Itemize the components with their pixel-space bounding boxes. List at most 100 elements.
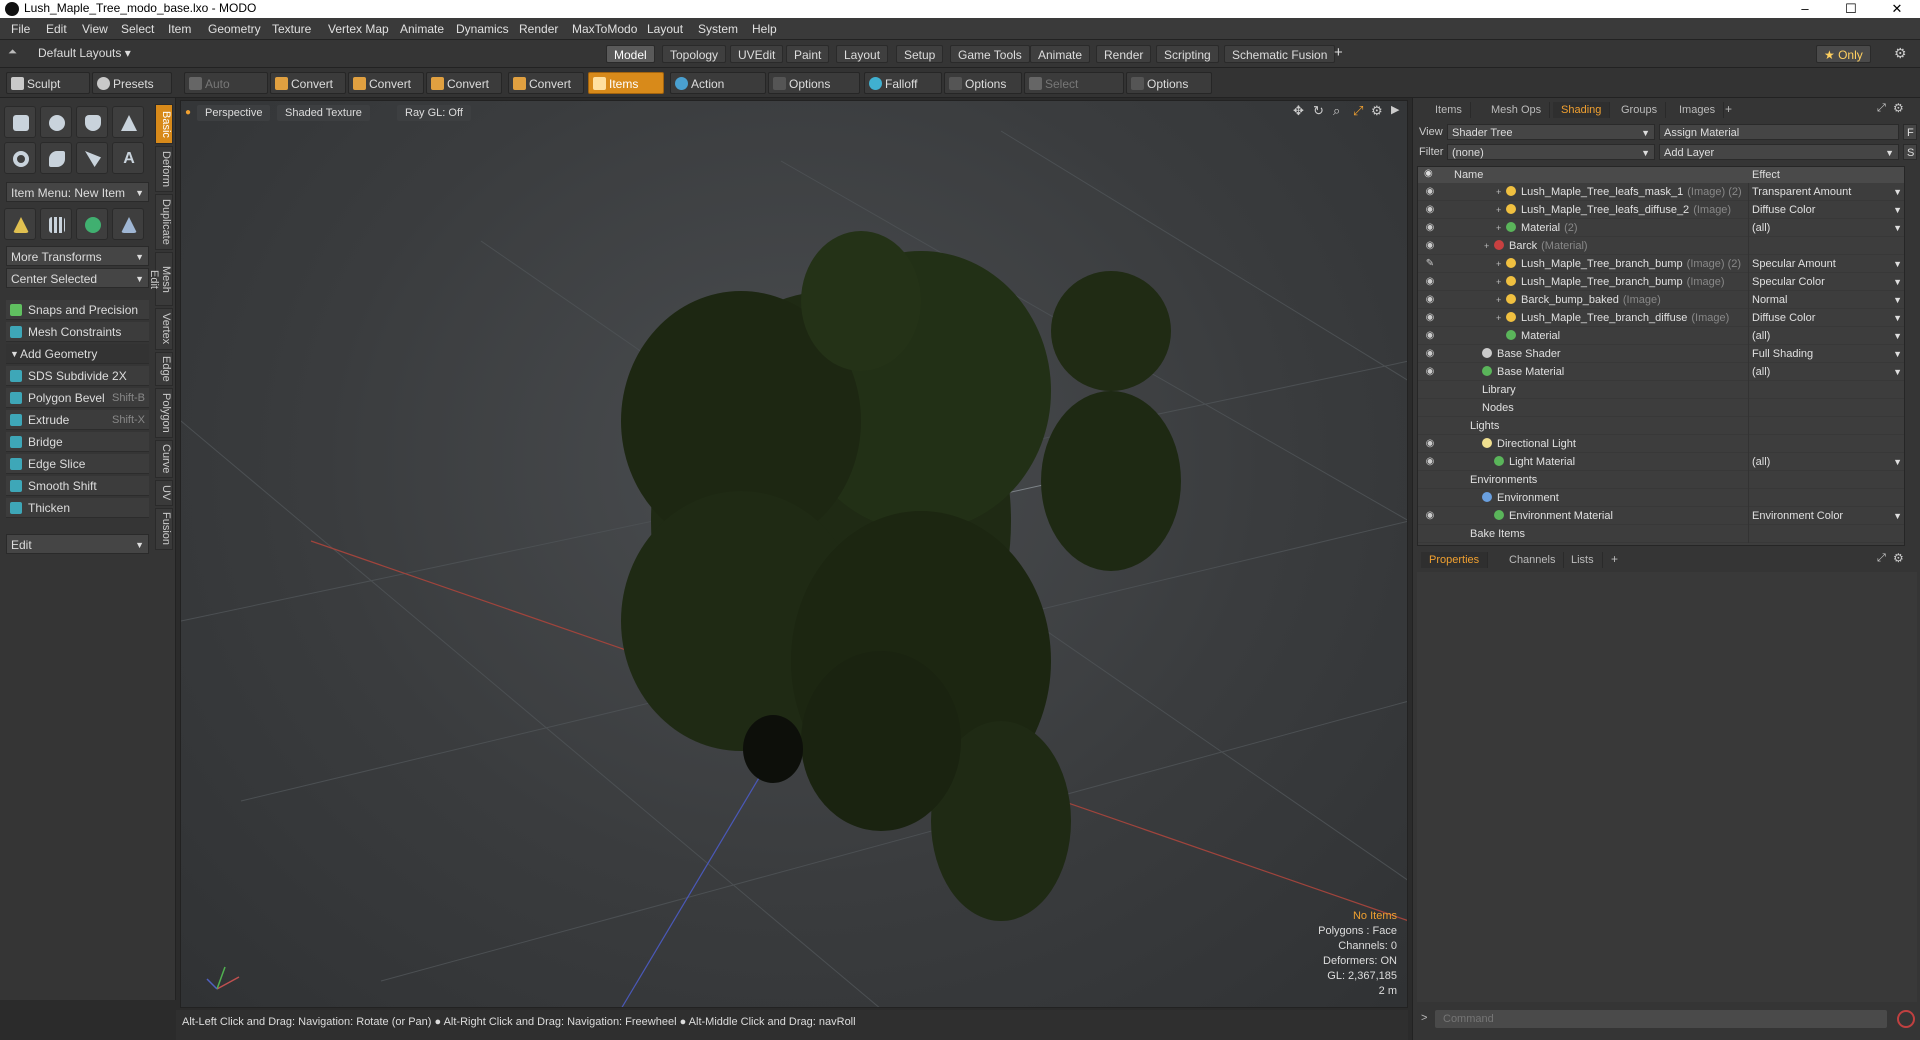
add-tab-button[interactable]: +	[1611, 552, 1618, 566]
text-tool[interactable]: A	[112, 142, 144, 174]
table-row[interactable]: Nodes	[1418, 399, 1904, 417]
menu-help[interactable]: Help	[752, 22, 777, 36]
table-row[interactable]: ◉ Material (all) ▼	[1418, 327, 1904, 345]
row-effect[interactable]: Specular Amount ▼	[1748, 255, 1904, 273]
layout-collapse-icon[interactable]: ⏶	[8, 46, 17, 59]
item-menu-dropdown[interactable]: Item Menu: New Item ▼	[6, 182, 149, 202]
table-row[interactable]: ◉ Environment Material Environment Color ▼	[1418, 507, 1904, 525]
s-button[interactable]: S	[1903, 144, 1917, 160]
menu-file[interactable]: File	[11, 22, 30, 36]
visibility-eye-icon[interactable]: ◉	[1424, 330, 1436, 342]
table-row[interactable]: ◉ + Barck (Material)	[1418, 237, 1904, 255]
table-row[interactable]: Library	[1418, 381, 1904, 399]
assign-material-button[interactable]: Assign Material	[1659, 124, 1899, 140]
edge-slice-button[interactable]: Edge Slice	[6, 454, 149, 474]
vtab-curve[interactable]: Curve	[155, 440, 173, 478]
row-effect[interactable]: Normal ▼	[1748, 291, 1904, 309]
items-button[interactable]: Items	[588, 72, 664, 94]
tab-topology[interactable]: Topology	[662, 45, 727, 63]
vtab-uv[interactable]: UV	[155, 480, 173, 506]
expand-toggle-icon[interactable]: +	[1484, 237, 1494, 255]
tab-lists[interactable]: Lists	[1563, 552, 1603, 568]
expand-toggle-icon[interactable]: +	[1496, 183, 1506, 201]
visibility-eye-icon[interactable]: ◉	[1424, 222, 1436, 234]
row-effect[interactable]: Environment Color ▼	[1748, 507, 1904, 525]
tab-channels[interactable]: Channels	[1501, 552, 1565, 568]
3d-viewport[interactable]: ● Perspective Shaded Texture Ray GL: Off…	[180, 100, 1408, 1008]
tab-game-tools[interactable]: Game Tools	[950, 45, 1030, 63]
row-effect[interactable]: (all) ▼	[1748, 453, 1904, 471]
tab-uvedit[interactable]: UVEdit	[730, 45, 784, 63]
menu-view[interactable]: View	[82, 22, 108, 36]
menu-maxtomodo[interactable]: MaxToModo	[572, 22, 637, 36]
row-effect[interactable]: Specular Color ▼	[1748, 273, 1904, 291]
paint-brush-icon[interactable]: ✎	[1424, 258, 1436, 270]
row-effect[interactable]: Full Shading ▼	[1748, 345, 1904, 363]
snaps-precision-button[interactable]: Snaps and Precision	[6, 300, 149, 320]
auto-select-button[interactable]: Auto Select	[184, 72, 268, 113]
row-effect[interactable]: (all) ▼	[1748, 363, 1904, 381]
row-effect[interactable]: Diffuse Color ▼	[1748, 309, 1904, 327]
panel-expand-icon[interactable]: ⤢	[1877, 552, 1886, 565]
sds-subdivide-button[interactable]: SDS Subdivide 2X	[6, 366, 149, 386]
expand-toggle-icon[interactable]: +	[1496, 255, 1506, 273]
vtab-vertex[interactable]: Vertex	[155, 308, 173, 350]
select-through-button[interactable]: Select Through	[1024, 72, 1124, 113]
add-geometry-header[interactable]: ▼ Add Geometry	[6, 344, 149, 364]
close-button[interactable]: ✕	[1874, 0, 1920, 18]
torus-tool[interactable]	[4, 142, 36, 174]
table-row[interactable]: ◉ + Lush_Maple_Tree_branch_diffuse (Image) D…	[1418, 309, 1904, 327]
cylinder-tool[interactable]	[76, 106, 108, 138]
expand-toggle-icon[interactable]: +	[1496, 291, 1506, 309]
expand-toggle-icon[interactable]: +	[1496, 273, 1506, 291]
command-input[interactable]	[1435, 1010, 1887, 1028]
convert-button-1[interactable]: Convert	[270, 72, 346, 94]
table-row[interactable]: Lights	[1418, 417, 1904, 435]
row-effect[interactable]: (all) ▼	[1748, 327, 1904, 345]
visibility-eye-icon[interactable]: ◉	[1424, 348, 1436, 360]
expand-toggle-icon[interactable]: +	[1496, 219, 1506, 237]
tab-animate[interactable]: Animate	[1030, 45, 1091, 63]
sphere-tool[interactable]	[40, 106, 72, 138]
visibility-eye-icon[interactable]: ◉	[1424, 510, 1436, 522]
maximize-button[interactable]: ☐	[1828, 0, 1874, 18]
table-row[interactable]: Environments	[1418, 471, 1904, 489]
tab-properties[interactable]: Properties	[1421, 552, 1489, 568]
visibility-eye-icon[interactable]: ◉	[1424, 186, 1436, 198]
visibility-eye-icon[interactable]: ◉	[1424, 438, 1436, 450]
visibility-eye-icon[interactable]	[1424, 474, 1436, 486]
table-row[interactable]: Bake Items	[1418, 525, 1904, 543]
add-layer-dropdown[interactable]: Add Layer ▼	[1659, 144, 1899, 160]
tab-shading[interactable]: Shading	[1553, 102, 1611, 118]
table-row[interactable]: ◉ Directional Light	[1418, 435, 1904, 453]
table-row[interactable]: ◉ Base Shader Full Shading ▼	[1418, 345, 1904, 363]
transform-tool[interactable]	[4, 208, 36, 240]
table-row[interactable]: ◉ + Material (2) (all) ▼	[1418, 219, 1904, 237]
polygon-bevel-button[interactable]: Polygon Bevel Shift-B	[6, 388, 149, 408]
menu-vertex-map[interactable]: Vertex Map	[328, 22, 389, 36]
table-row[interactable]: ◉ + Lush_Maple_Tree_branch_bump (Image) Spec…	[1418, 273, 1904, 291]
cube-tool[interactable]	[4, 106, 36, 138]
record-icon[interactable]	[1897, 1010, 1915, 1028]
presets-button[interactable]: Presets F6	[92, 72, 172, 113]
pyramid-tool[interactable]	[112, 208, 144, 240]
menu-item[interactable]: Item	[168, 22, 191, 36]
sculpt-button[interactable]: Sculpt	[6, 72, 90, 94]
vtab-fusion[interactable]: Fusion	[155, 508, 173, 550]
visibility-eye-icon[interactable]	[1424, 528, 1436, 540]
visibility-eye-icon[interactable]	[1424, 384, 1436, 396]
add-tab-button[interactable]: +	[1725, 102, 1732, 116]
options-button-3[interactable]: Options	[1126, 72, 1212, 94]
visibility-eye-icon[interactable]	[1424, 492, 1436, 504]
tab-render[interactable]: Render	[1096, 45, 1152, 63]
expand-toggle-icon[interactable]: +	[1496, 309, 1506, 327]
menu-render[interactable]: Render	[519, 22, 558, 36]
vtab-polygon[interactable]: Polygon	[155, 388, 173, 438]
only-toggle[interactable]: ★ Only	[1816, 45, 1871, 63]
tab-images[interactable]: Images	[1671, 102, 1725, 118]
view-dropdown[interactable]: Shader Tree ▼	[1447, 124, 1655, 140]
visibility-eye-icon[interactable]: ◉	[1424, 456, 1436, 468]
menu-system[interactable]: System	[698, 22, 738, 36]
table-row[interactable]: ◉ Light Material (all) ▼	[1418, 453, 1904, 471]
visibility-eye-icon[interactable]: ◉	[1424, 366, 1436, 378]
